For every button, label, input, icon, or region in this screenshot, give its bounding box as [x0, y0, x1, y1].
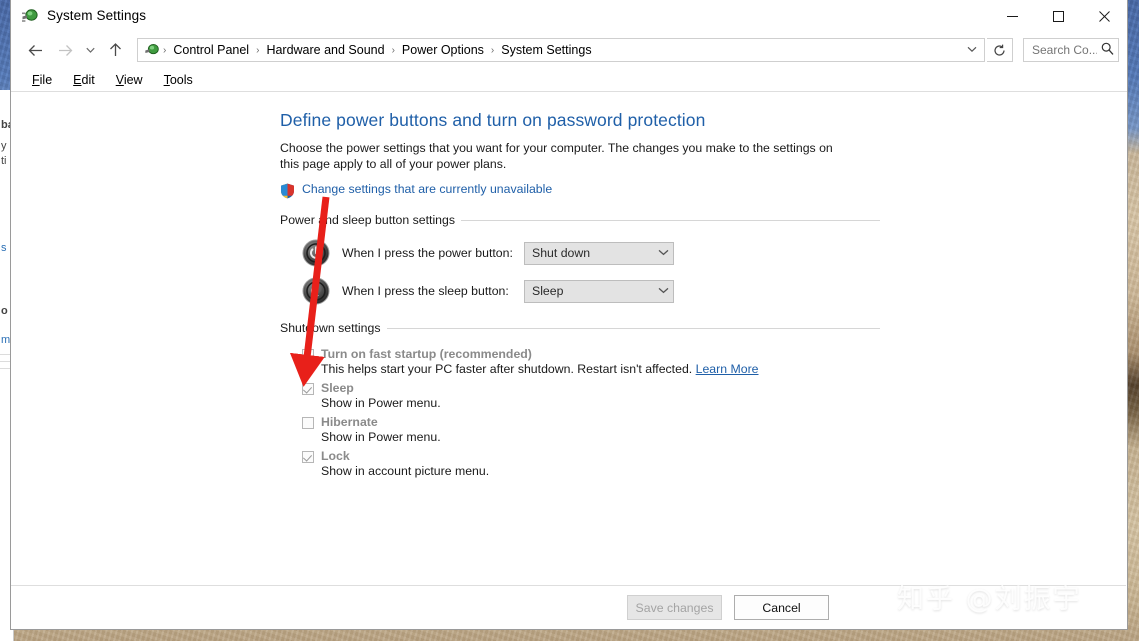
- up-button[interactable]: [101, 37, 129, 63]
- recent-pages-chevron-down-icon[interactable]: [81, 37, 99, 63]
- title-bar[interactable]: System Settings: [11, 0, 1127, 32]
- power-button-label: When I press the power button:: [342, 246, 524, 260]
- sleep-checkbox[interactable]: [302, 383, 314, 395]
- search-input[interactable]: [1030, 42, 1099, 58]
- sleep-button-action-select[interactable]: Sleep: [524, 280, 674, 303]
- power-button-setting-row: When I press the power button: Shut down: [280, 239, 880, 267]
- cancel-button[interactable]: Cancel: [734, 595, 829, 620]
- chevron-down-icon[interactable]: [658, 286, 669, 297]
- fast-startup-label: Turn on fast startup (recommended): [321, 347, 532, 361]
- menu-edit-accel: E: [73, 73, 81, 87]
- forward-button[interactable]: [51, 37, 79, 63]
- shutdown-options-list: Turn on fast startup (recommended) This …: [280, 347, 880, 478]
- shutdown-group-header: Shutdown settings: [280, 321, 880, 335]
- group-divider: [387, 328, 881, 329]
- sleep-option-description: Show in Power menu.: [321, 396, 880, 410]
- breadcrumb-system-settings[interactable]: System Settings: [495, 43, 597, 57]
- menu-tools[interactable]: Tools: [155, 70, 202, 90]
- settings-pane: Define power buttons and turn on passwor…: [280, 110, 880, 483]
- save-changes-button[interactable]: Save changes: [627, 595, 722, 620]
- menu-view-rest: iew: [124, 73, 143, 87]
- hibernate-option-label: Hibernate: [321, 415, 378, 429]
- uac-shield-icon: [280, 183, 295, 199]
- menu-file-accel: F: [32, 73, 40, 87]
- lock-option-description: Show in account picture menu.: [321, 464, 880, 478]
- change-settings-unavailable-link[interactable]: Change settings that are currently unava…: [302, 182, 552, 196]
- power-group-label: Power and sleep button settings: [280, 213, 455, 227]
- lock-option-label: Lock: [321, 449, 350, 463]
- fast-startup-description: This helps start your PC faster after sh…: [321, 362, 880, 376]
- lock-checkbox[interactable]: [302, 451, 314, 463]
- fast-startup-checkbox[interactable]: [302, 349, 314, 361]
- menu-view[interactable]: View: [107, 70, 152, 90]
- menu-edit-rest: dit: [82, 73, 95, 87]
- power-button-action-value: Shut down: [532, 246, 658, 260]
- system-settings-icon: [21, 7, 39, 25]
- sleep-button-label: When I press the sleep button:: [342, 284, 524, 298]
- search-icon[interactable]: [1101, 42, 1114, 58]
- maximize-button[interactable]: [1035, 0, 1081, 32]
- menu-file-rest: ile: [40, 73, 53, 87]
- control-panel-icon: [144, 42, 160, 58]
- group-divider: [461, 220, 880, 221]
- minimize-button[interactable]: [989, 0, 1035, 32]
- content-area: Define power buttons and turn on passwor…: [11, 92, 1127, 629]
- fast-startup-description-text: This helps start your PC faster after sh…: [321, 362, 696, 376]
- sleep-option-label: Sleep: [321, 381, 354, 395]
- change-settings-link-row[interactable]: Change settings that are currently unava…: [280, 182, 880, 199]
- sleep-button-icon: [302, 277, 330, 305]
- address-dropdown-chevron-down-icon[interactable]: [962, 45, 982, 56]
- chevron-down-icon[interactable]: [658, 248, 669, 259]
- menu-bar: File Edit View Tools: [11, 68, 1127, 92]
- menu-tools-rest: ools: [170, 73, 193, 87]
- lock-option-row[interactable]: Lock: [302, 449, 880, 463]
- window-controls: [989, 0, 1127, 32]
- power-button-icon: [302, 239, 330, 267]
- navigation-bar: › Control Panel › Hardware and Sound › P…: [11, 32, 1127, 68]
- fast-startup-row[interactable]: Turn on fast startup (recommended): [302, 347, 880, 361]
- sleep-button-setting-row: When I press the sleep button: Sleep: [280, 277, 880, 305]
- breadcrumb-control-panel[interactable]: Control Panel: [167, 43, 255, 57]
- power-group-header: Power and sleep button settings: [280, 213, 880, 227]
- hibernate-checkbox[interactable]: [302, 417, 314, 429]
- zhihu-watermark: 知乎 @刘振宇: [897, 577, 1082, 616]
- shutdown-group-label: Shutdown settings: [280, 321, 381, 335]
- menu-edit[interactable]: Edit: [64, 70, 104, 90]
- sleep-option-row[interactable]: Sleep: [302, 381, 880, 395]
- refresh-button[interactable]: [987, 38, 1013, 62]
- shutdown-settings-group: Shutdown settings Turn on fast startup (…: [280, 321, 880, 478]
- breadcrumb-hardware-and-sound[interactable]: Hardware and Sound: [260, 43, 390, 57]
- back-button[interactable]: [21, 37, 49, 63]
- page-intro-text: Choose the power settings that you want …: [280, 140, 855, 172]
- menu-view-accel: V: [116, 73, 124, 87]
- close-button[interactable]: [1081, 0, 1127, 32]
- page-title: Define power buttons and turn on passwor…: [280, 110, 880, 131]
- hibernate-option-row[interactable]: Hibernate: [302, 415, 880, 429]
- search-box[interactable]: [1023, 38, 1119, 62]
- address-bar[interactable]: › Control Panel › Hardware and Sound › P…: [137, 38, 985, 62]
- learn-more-link[interactable]: Learn More: [696, 362, 759, 376]
- hibernate-option-description: Show in Power menu.: [321, 430, 880, 444]
- window-title: System Settings: [47, 8, 146, 23]
- menu-file[interactable]: File: [23, 70, 61, 90]
- sleep-button-action-value: Sleep: [532, 284, 658, 298]
- breadcrumb-power-options[interactable]: Power Options: [396, 43, 490, 57]
- power-button-action-select[interactable]: Shut down: [524, 242, 674, 265]
- system-settings-window: System Settings: [10, 0, 1128, 630]
- power-and-sleep-group: Power and sleep button settings: [280, 213, 880, 305]
